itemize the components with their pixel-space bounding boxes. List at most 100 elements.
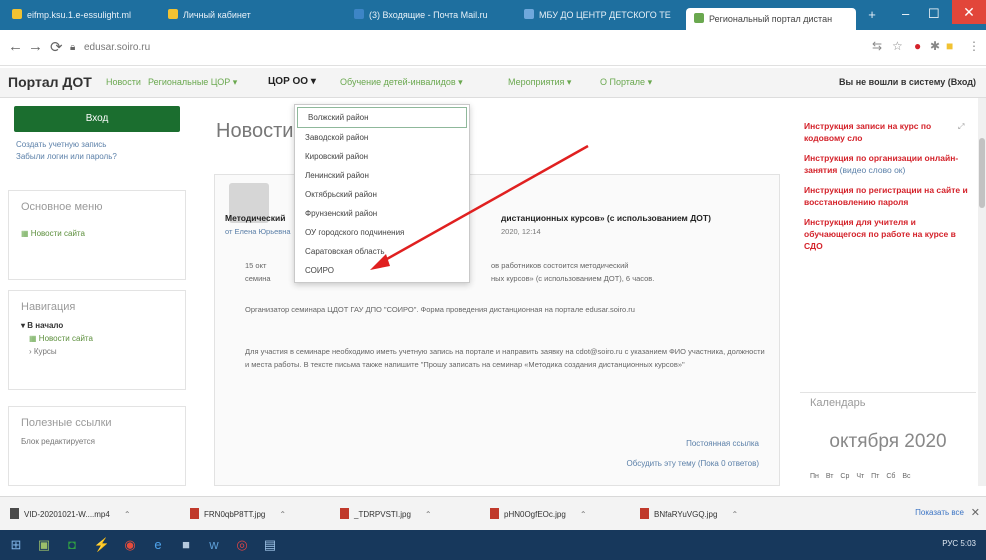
gallery-icon[interactable]: ▤ xyxy=(260,536,280,554)
link-sub: (видео слово ок) xyxy=(839,165,906,175)
system-tray[interactable]: РУС 5:03 xyxy=(942,539,976,548)
lock-icon: 🔒︎ xyxy=(70,42,76,53)
nav-item-disabled-children[interactable]: Обучение детей-инвалидов ▾ xyxy=(340,77,463,88)
calendar-month: октября 2020 xyxy=(829,431,947,452)
create-account-link[interactable]: Создать учетную запись xyxy=(16,140,106,149)
instruction-link-teacher-student[interactable]: Инструкция для учителя и обучающегося по… xyxy=(804,216,974,252)
nav-item-regional-cor[interactable]: Региональные ЦОР ▾ xyxy=(148,77,237,88)
chrome-icon[interactable]: ◎ xyxy=(232,536,252,554)
nav-item-cor-oo[interactable]: ЦОР ОО ▾ xyxy=(268,76,316,87)
file-explorer-icon[interactable]: ▣ xyxy=(34,536,54,554)
forward-icon[interactable]: → xyxy=(28,38,43,55)
extension-icon[interactable]: ● xyxy=(914,39,921,53)
calendar-title: Календарь xyxy=(810,397,866,409)
tab-label: (3) Входящие - Почта Mail.ru xyxy=(369,10,488,20)
chevron-up-icon[interactable]: ⌃ xyxy=(580,510,587,519)
image-file-icon xyxy=(490,508,499,519)
download-name: pHN0OgfEOc.jpg xyxy=(504,510,566,519)
download-name: _TDRPVSTI.jpg xyxy=(354,510,411,519)
edge-icon[interactable]: e xyxy=(148,536,168,554)
bookmark-star-icon[interactable]: ☆ xyxy=(892,39,903,53)
download-item[interactable]: FRN0qbP8TT.jpg ⌃ xyxy=(190,508,286,519)
right-sidebar: Инструкция записи на курс по кодовому сл… xyxy=(804,120,974,260)
nav-home-link[interactable]: ▾ В начало xyxy=(9,319,185,332)
nav-courses-link[interactable]: › Курсы xyxy=(9,345,185,358)
tab-favicon-icon xyxy=(524,9,534,19)
tab-favicon-icon xyxy=(694,13,704,23)
download-item[interactable]: BNfaRYuVGQ.jpg ⌃ xyxy=(640,508,738,519)
maximize-icon[interactable]: ☐ xyxy=(928,6,940,22)
download-item[interactable]: _TDRPVSTI.jpg ⌃ xyxy=(340,508,432,519)
useful-links-text: Блок редактируется xyxy=(21,437,96,446)
nav-news-label: Новости сайта xyxy=(38,334,93,343)
main-menu-block: Основное меню ▦ Новости сайта xyxy=(8,190,186,280)
browser-tab[interactable]: eifmp.ksu.1.e-essulight.ml xyxy=(4,6,154,24)
store-icon[interactable]: ◘ xyxy=(62,536,82,554)
extension-puzzle-icon[interactable]: ✱ xyxy=(930,39,940,53)
main-menu-item-label: Новости сайта xyxy=(30,229,85,238)
login-status[interactable]: Вы не вошли в систему (Вход) xyxy=(839,77,976,87)
browser-tab-active[interactable]: Региональный портал дистан xyxy=(686,8,856,30)
close-downloads-icon[interactable]: ✕ xyxy=(971,506,980,519)
download-name: VID-20201021-W....mp4 xyxy=(24,510,110,519)
tab-label: Личный кабинет xyxy=(183,10,251,20)
tab-favicon-icon xyxy=(354,9,364,19)
main-menu-item-news[interactable]: ▦ Новости сайта xyxy=(9,219,185,240)
browser-tab[interactable]: (3) Входящие - Почта Mail.ru xyxy=(346,6,510,24)
address-bar: ← → ⟳ 🔒︎ edusar.soiro.ru ⇆ ☆ ● ✱ ■ ⋮ xyxy=(0,30,986,66)
close-window-button[interactable]: ✕ xyxy=(952,0,986,24)
profile-avatar-icon[interactable]: ■ xyxy=(946,39,953,53)
browser-app-icon[interactable]: ◉ xyxy=(120,536,140,554)
tab-label: МБУ ДО ЦЕНТР ДЕТСКОГО ТЕ xyxy=(539,10,671,20)
para-fragment: семина xyxy=(245,274,271,283)
scrollbar-thumb[interactable] xyxy=(979,138,985,208)
collapse-block-icon[interactable]: ⤢ xyxy=(958,122,964,132)
dropdown-item-volzhsky[interactable]: Волжский район xyxy=(297,107,467,128)
login-button[interactable]: Вход xyxy=(14,106,180,132)
minimize-icon[interactable]: – xyxy=(902,6,909,21)
chevron-up-icon[interactable]: ⌃ xyxy=(731,510,738,519)
chevron-up-icon[interactable]: ⌃ xyxy=(124,510,131,519)
tab-favicon-icon xyxy=(12,9,22,19)
reload-icon[interactable]: ⟳ xyxy=(50,38,63,56)
windows-start-icon[interactable]: ⊞ xyxy=(6,536,26,554)
page-scrollbar[interactable] xyxy=(978,98,986,486)
annotation-arrow-icon xyxy=(370,144,589,270)
tab-favicon-icon xyxy=(168,9,178,19)
nav-item-about[interactable]: О Портале ▾ xyxy=(600,77,652,88)
new-tab-button[interactable]: + xyxy=(862,6,882,24)
chevron-up-icon[interactable]: ⌃ xyxy=(425,510,432,519)
para-fragment: 15 окт xyxy=(245,261,267,270)
word-icon[interactable]: w xyxy=(204,536,224,554)
forgot-password-link[interactable]: Забыли логин или пароль? xyxy=(16,152,117,161)
show-all-downloads-link[interactable]: Показать все xyxy=(915,508,964,517)
browser-menu-icon[interactable]: ⋮ xyxy=(968,39,980,53)
nav-courses-label: Курсы xyxy=(33,347,57,356)
instruction-link-registration[interactable]: Инструкция по регистрации на сайте и вос… xyxy=(804,184,974,208)
download-item[interactable]: VID-20201021-W....mp4 ⌃ xyxy=(10,508,131,519)
image-file-icon xyxy=(640,508,649,519)
browser-tab[interactable]: МБУ ДО ЦЕНТР ДЕТСКОГО ТЕ xyxy=(516,6,680,24)
download-item[interactable]: pHN0OgfEOc.jpg ⌃ xyxy=(490,508,587,519)
chevron-up-icon[interactable]: ⌃ xyxy=(279,510,286,519)
nav-item-news[interactable]: Новости xyxy=(106,77,141,87)
instruction-link-online-lesson[interactable]: Инструкция по организации онлайн-занятия… xyxy=(804,152,974,176)
url-field[interactable]: edusar.soiro.ru xyxy=(84,42,150,53)
nav-news-link[interactable]: ▦ Новости сайта xyxy=(9,332,185,345)
site-brand[interactable]: Портал ДОТ xyxy=(8,74,92,90)
news-icon: ▦ xyxy=(21,229,29,238)
nav-item-events[interactable]: Мероприятия ▾ xyxy=(508,77,571,88)
permalink-link[interactable]: Постоянная ссылка xyxy=(686,439,759,448)
back-icon[interactable]: ← xyxy=(8,38,23,55)
media-icon[interactable]: ■ xyxy=(176,536,196,554)
video-file-icon xyxy=(10,508,19,519)
instruction-link-codeword[interactable]: Инструкция записи на курс по кодовому сл… xyxy=(804,120,974,144)
calendar-block: Календарь октября 2020 Пн Вт Ср Чт Пт Сб… xyxy=(800,392,976,488)
link-text: Инструкция записи на курс по кодовому сл… xyxy=(804,121,932,143)
discuss-link[interactable]: Обсудить эту тему (Пока 0 ответов) xyxy=(627,459,759,468)
image-file-icon xyxy=(340,508,349,519)
post-author[interactable]: от Елена Юрьевна xyxy=(225,227,291,236)
app-icon[interactable]: ⚡ xyxy=(92,536,112,554)
browser-tab[interactable]: Личный кабинет xyxy=(160,6,340,24)
translate-icon[interactable]: ⇆ xyxy=(872,39,882,53)
